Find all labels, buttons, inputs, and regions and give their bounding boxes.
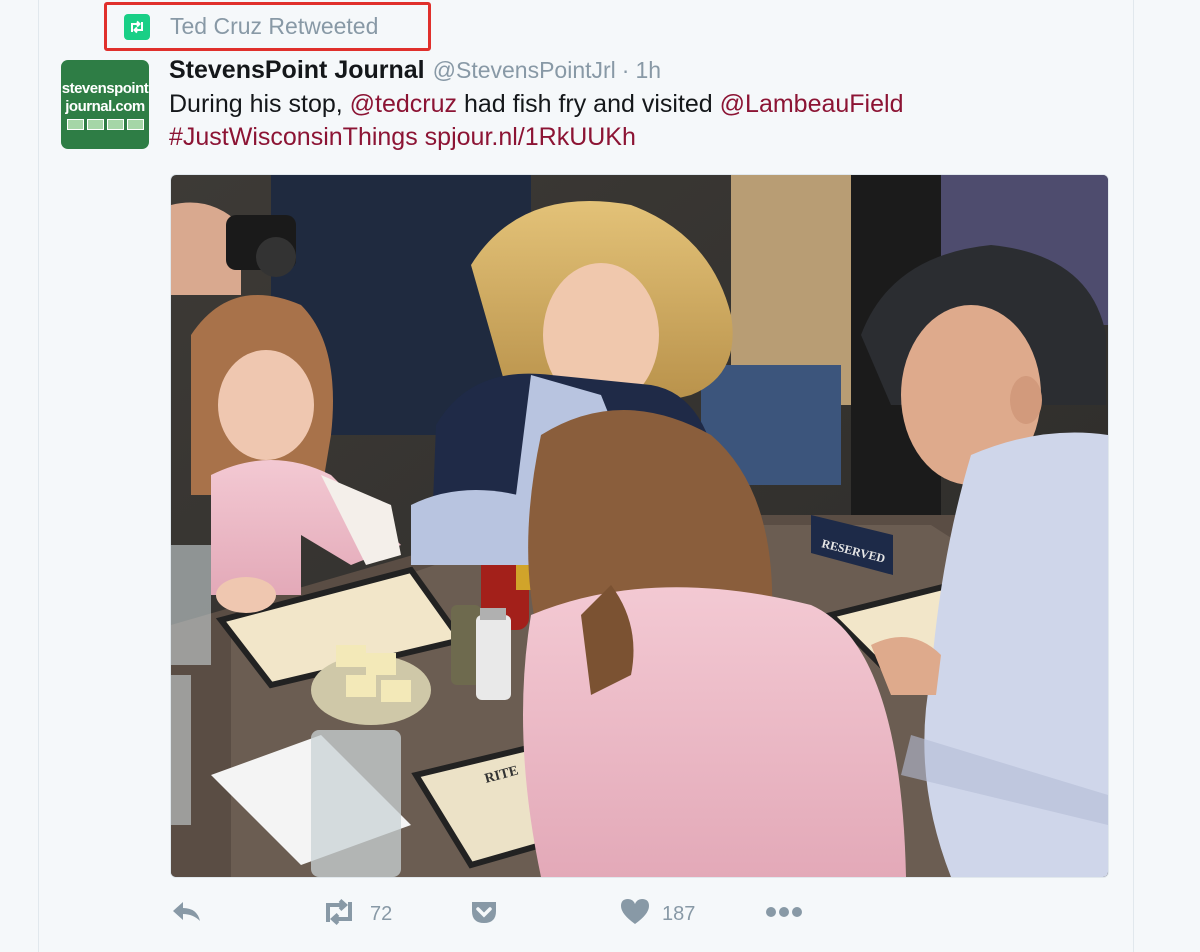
hashtag-link[interactable]: #JustWisconsinThings [169,123,418,151]
url-link[interactable]: spjour.nl/1RkUUKh [425,123,636,151]
tweet-photo[interactable]: RITE RESERVED [170,174,1109,878]
avatar[interactable]: stevenspoint journal.com [61,60,149,149]
retweet-icon [320,898,358,931]
like-button[interactable]: 187 [620,896,695,932]
mention-lambeaufield[interactable]: @LambeauField [720,90,904,118]
author-handle[interactable]: @StevensPointJrl [433,57,616,84]
more-icon [765,905,803,923]
pocket-button[interactable] [470,896,498,932]
pocket-icon [470,898,498,931]
timestamp[interactable]: 1h [635,57,661,84]
like-count: 187 [662,902,696,925]
tweet-header: StevensPoint Journal @StevensPointJrl · … [169,56,661,86]
retweet-count: 72 [370,902,393,925]
more-button[interactable] [765,896,803,932]
reply-icon [170,898,204,931]
separator: · [621,57,630,83]
retweet-context: Ted Cruz Retweeted [104,2,431,51]
tweet-actions: 72 187 [170,896,870,932]
tweet-text: During his stop, @tedcruz had fish fry a… [169,90,904,151]
heart-icon [620,898,650,931]
author-name[interactable]: StevensPoint Journal [169,56,425,85]
reply-button[interactable] [170,896,204,932]
retweet-context-label[interactable]: Ted Cruz Retweeted [170,13,378,40]
mention-tedcruz[interactable]: @tedcruz [350,90,457,118]
retweet-button[interactable]: 72 [320,896,392,932]
retweet-icon [124,13,150,40]
